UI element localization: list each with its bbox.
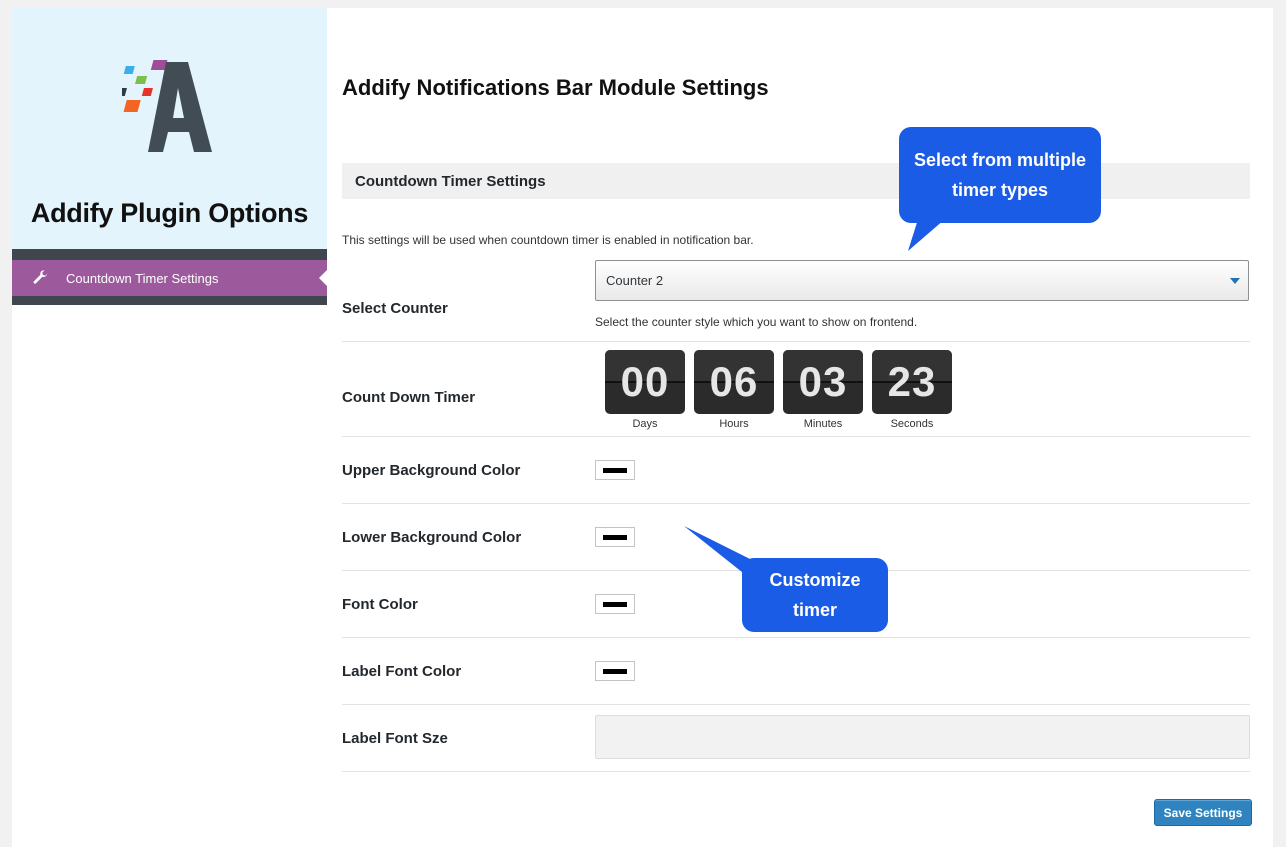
section-description: This settings will be used when countdow…: [342, 233, 754, 247]
lower-bg-label: Lower Background Color: [342, 529, 522, 546]
callout-timer-types: Select from multiple timer types: [899, 127, 1101, 223]
select-counter-label: Select Counter: [342, 300, 448, 317]
label-font-color-label: Label Font Color: [342, 663, 462, 680]
countdown-days: 00 Days: [605, 350, 685, 430]
callout-customize: Customize timer: [742, 558, 888, 632]
countdown-hours-value: 06: [709, 358, 759, 405]
color-swatch: [603, 601, 627, 607]
countdown-label: Count Down Timer: [342, 389, 476, 406]
main-content: Addify Notifications Bar Module Settings…: [342, 8, 1252, 847]
label-font-color-picker[interactable]: [595, 661, 635, 681]
upper-bg-row: Upper Background Color: [342, 437, 1250, 504]
countdown-days-label: Days: [632, 418, 658, 430]
sidebar: Addify Plugin Options Countdown Timer Se…: [12, 8, 327, 847]
label-font-color-row: Label Font Color: [342, 638, 1250, 705]
countdown-days-box: 00: [605, 350, 685, 414]
countdown-hours-label: Hours: [719, 418, 749, 430]
sidebar-header: Addify Plugin Options: [12, 8, 327, 249]
callout-timer-types-text: Select from multiple timer types: [913, 150, 1087, 200]
countdown-days-value: 00: [620, 358, 670, 405]
countdown-preview: 00 Days 06 Hours 03 Minutes 23 Seconds: [605, 350, 961, 430]
callout-customize-text: Customize timer: [769, 570, 861, 620]
wrench-icon: [30, 268, 50, 288]
label-font-size-label: Label Font Sze: [342, 730, 448, 747]
callout-customize-tail: [684, 526, 760, 580]
countdown-seconds-label: Seconds: [890, 418, 934, 430]
callout-timer-types-tail: [908, 213, 952, 251]
counter-select-hint: Select the counter style which you want …: [595, 315, 918, 329]
sidebar-item-countdown-timer-settings[interactable]: Countdown Timer Settings: [12, 260, 327, 296]
countdown-seconds-box: 23: [872, 350, 952, 414]
lower-bg-color-picker[interactable]: [595, 527, 635, 547]
active-indicator: [319, 270, 327, 286]
countdown-seconds: 23 Seconds: [872, 350, 952, 430]
countdown-minutes-value: 03: [798, 358, 848, 405]
sidebar-nav: Countdown Timer Settings: [12, 249, 327, 305]
section-title: Countdown Timer Settings: [355, 172, 546, 190]
countdown-minutes: 03 Minutes: [783, 350, 863, 430]
save-settings-button[interactable]: Save Settings: [1154, 799, 1252, 826]
counter-select[interactable]: Counter 2: [595, 260, 1249, 301]
font-color-picker[interactable]: [595, 594, 635, 614]
font-color-label: Font Color: [342, 596, 418, 613]
upper-bg-label: Upper Background Color: [342, 462, 521, 479]
color-swatch: [603, 534, 627, 540]
countdown-seconds-value: 23: [887, 358, 937, 405]
chevron-down-icon: [1230, 277, 1240, 284]
color-swatch: [603, 668, 627, 674]
sidebar-title: Addify Plugin Options: [30, 198, 309, 228]
section-header: Countdown Timer Settings: [342, 163, 1250, 199]
color-swatch: [603, 467, 627, 473]
countdown-minutes-label: Minutes: [803, 418, 843, 430]
upper-bg-color-picker[interactable]: [595, 460, 635, 480]
countdown-hours-box: 06: [694, 350, 774, 414]
page-title: Addify Notifications Bar Module Settings: [342, 75, 769, 100]
addify-logo-icon: [122, 60, 212, 152]
countdown-hours: 06 Hours: [694, 350, 774, 430]
counter-select-value: Counter 2: [606, 273, 664, 288]
app-frame: Addify Plugin Options Countdown Timer Se…: [12, 8, 1273, 847]
countdown-minutes-box: 03: [783, 350, 863, 414]
sidebar-item-label: Countdown Timer Settings: [66, 270, 219, 286]
label-font-size-input[interactable]: [595, 715, 1250, 759]
